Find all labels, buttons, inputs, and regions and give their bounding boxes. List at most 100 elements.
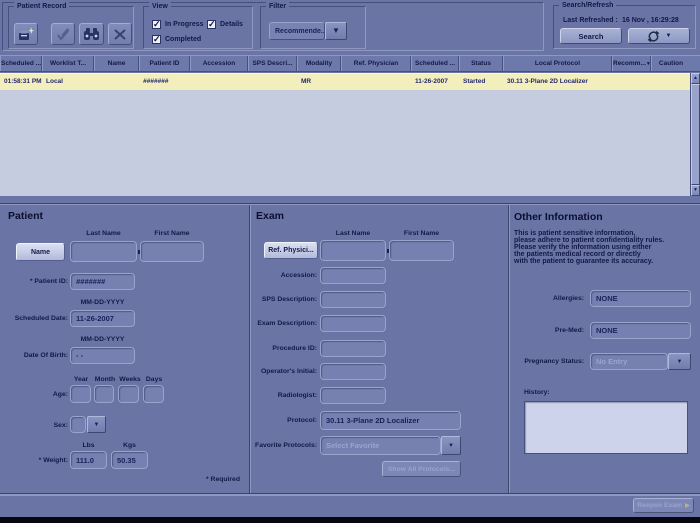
reopen-exam-button[interactable]: Reopen Exam ▶ (633, 498, 694, 513)
age-weeks-input[interactable] (118, 385, 139, 403)
pregnancy-status-arrow-button[interactable]: ▼ (668, 353, 691, 370)
search-refresh-group: Search/Refresh Last Refreshed : 16 Nov ,… (553, 5, 696, 49)
show-all-protocols-button[interactable]: Show All Protocols... (382, 461, 461, 477)
cell-status: Started (459, 74, 503, 90)
age-month-input[interactable] (94, 385, 114, 403)
scheduled-date-format-label: MM-DD-YYYY (70, 299, 135, 306)
column-header-status[interactable]: Status (459, 56, 503, 71)
worklist-vertical-scrollbar[interactable]: ▲ ▼ (690, 73, 700, 196)
patient-name-button[interactable]: Name (16, 243, 65, 261)
patient-id-label: * Patient ID: (0, 278, 68, 285)
column-header-sps-description[interactable]: SPS Descri... (248, 56, 297, 71)
exam-description-input[interactable] (320, 315, 386, 332)
delete-record-button[interactable] (108, 23, 132, 45)
procedure-id-input[interactable] (320, 340, 386, 357)
favorite-protocols-dropdown[interactable]: Select Favorite (320, 436, 441, 455)
premed-label: Pre-Med: (514, 327, 584, 334)
history-label: History: (524, 389, 564, 396)
filter-dropdown-arrow-button[interactable]: ▼ (325, 22, 347, 40)
edit-patient-record-button[interactable] (51, 23, 75, 45)
cell-name (94, 74, 139, 90)
operator-initial-label: Operator's Initial: (250, 368, 317, 375)
age-days-input[interactable] (143, 385, 164, 403)
cell-patient-id: ####### (139, 74, 190, 90)
sps-description-input[interactable] (320, 291, 386, 308)
patient-last-name-label: Last Name (70, 230, 137, 237)
patient-record-group: Patient Record (8, 6, 134, 49)
column-header-scheduled-date[interactable]: Scheduled ... (411, 56, 459, 71)
cell-scheduled-time: 01:58:31 PM (0, 74, 42, 90)
search-button[interactable]: Search (560, 28, 622, 44)
cell-sps-description (248, 74, 297, 90)
weight-kgs-input[interactable]: 50.35 (111, 451, 148, 469)
cell-recommended (612, 74, 651, 90)
cell-worklist-type: Local (42, 74, 94, 90)
ref-physician-first-name-input[interactable] (389, 240, 454, 261)
column-header-worklist-type[interactable]: Worklist T... (42, 56, 94, 71)
patient-last-name-input[interactable] (70, 241, 137, 262)
column-header-ref-physician[interactable]: Ref. Physician (341, 56, 411, 71)
chevron-down-icon: ▼ (677, 359, 683, 365)
play-arrow-icon: ▶ (685, 502, 690, 509)
radiologist-input[interactable] (320, 387, 386, 404)
refresh-button[interactable]: ▼ (628, 28, 690, 44)
accession-input[interactable] (320, 267, 386, 284)
ref-physician-button[interactable]: Ref. Physici... (264, 242, 318, 259)
worklist-header-row: Scheduled ... Worklist T... Name Patient… (0, 55, 700, 72)
history-textarea[interactable] (524, 401, 688, 454)
scroll-down-button[interactable]: ▼ (691, 185, 700, 196)
search-patient-button[interactable] (79, 23, 104, 45)
cell-ref-physician (341, 74, 411, 90)
scroll-up-button[interactable]: ▲ (691, 73, 700, 84)
scrollbar-thumb[interactable] (691, 84, 700, 185)
column-header-modality[interactable]: Modality (297, 56, 341, 71)
scheduled-date-label: Scheduled Date: (0, 315, 68, 322)
patient-id-input[interactable]: ####### (70, 273, 135, 290)
sex-label: Sex: (0, 422, 68, 429)
worklist-empty-area (0, 90, 690, 196)
up-arrow-icon: ▲ (693, 75, 698, 81)
favorite-protocols-arrow-button[interactable]: ▼ (441, 436, 461, 455)
confidentiality-notice: This is patient sensitive information, p… (514, 231, 690, 266)
radiologist-label: Radiologist: (250, 392, 317, 399)
completed-checkbox[interactable]: ✓ Completed (152, 35, 201, 44)
column-header-caution[interactable]: Caution (651, 56, 690, 71)
chevron-down-icon: ▼ (94, 422, 100, 428)
date-of-birth-input[interactable]: - - (70, 347, 135, 364)
sex-input[interactable] (70, 416, 86, 433)
new-patient-record-button[interactable] (14, 23, 38, 45)
delete-x-icon (113, 28, 127, 41)
new-patient-record-icon (18, 27, 34, 42)
age-year-input[interactable] (70, 385, 91, 403)
operator-initial-input[interactable] (320, 363, 386, 380)
refresh-icon (647, 30, 660, 43)
allergies-input[interactable]: NONE (590, 290, 691, 307)
search-button-label: Search (578, 32, 603, 41)
sex-dropdown-button[interactable]: ▼ (87, 416, 106, 433)
details-checkbox[interactable]: ✓ Details (207, 20, 243, 29)
filter-dropdown[interactable]: Recommende... (269, 22, 325, 40)
age-month-label: Month (93, 376, 117, 383)
filter-group-title: Filter (266, 2, 289, 11)
column-header-recommended[interactable]: Recomm...▼ (612, 56, 651, 71)
worklist-row-selected[interactable]: 01:58:31 PM Local ####### MR 11-26-2007 … (0, 73, 690, 90)
protocol-input[interactable]: 30.11 3-Plane 2D Localizer (320, 411, 461, 430)
patient-panel-title: Patient (8, 210, 43, 222)
weight-lbs-input[interactable]: 111.0 (70, 451, 107, 469)
pregnancy-status-dropdown[interactable]: No Entry (590, 353, 668, 370)
last-refreshed-label: Last Refreshed : (563, 17, 618, 24)
patient-first-name-input[interactable] (140, 241, 204, 262)
checkmark-icon: ✓ (207, 20, 216, 29)
column-header-scheduled-time[interactable]: Scheduled ... (0, 56, 42, 71)
in-progress-checkbox[interactable]: ✓ In Progress (152, 20, 204, 29)
premed-input[interactable]: NONE (590, 322, 691, 339)
ref-physician-last-name-input[interactable] (320, 240, 386, 261)
patient-first-name-label: First Name (140, 230, 204, 237)
exam-description-label: Exam Description: (250, 320, 317, 327)
column-header-name[interactable]: Name (94, 56, 139, 71)
column-header-patient-id[interactable]: Patient ID (139, 56, 190, 71)
scheduled-date-input[interactable]: 11-26-2007 (70, 310, 135, 327)
filter-group: Filter Recommende... ▼ (260, 6, 366, 49)
column-header-local-protocol[interactable]: Local Protocol (503, 56, 612, 71)
column-header-accession[interactable]: Accession (190, 56, 248, 71)
